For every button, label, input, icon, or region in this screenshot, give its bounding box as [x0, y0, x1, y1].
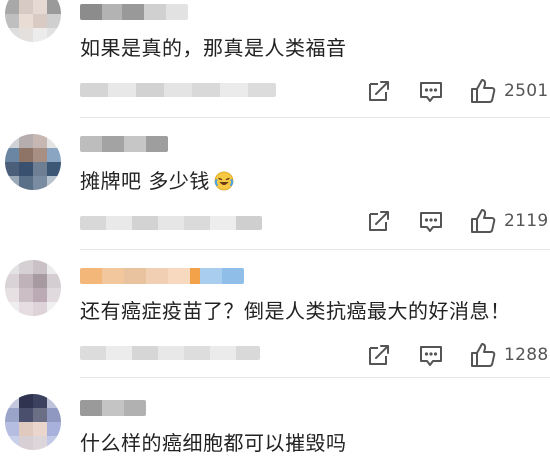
share-icon	[369, 345, 389, 365]
comment-text: 摊牌吧 多少钱	[80, 168, 234, 194]
laughing-crying-emoji	[214, 171, 234, 191]
comment-text-content: 如果是真的，那真是人类福音	[80, 36, 347, 60]
thumbs-up-icon	[471, 79, 496, 103]
comment-text: 什么样的癌细胞都可以摧毁吗	[80, 430, 347, 456]
comment-meta-pixelated	[80, 346, 260, 360]
comment-icon	[420, 82, 442, 102]
comment-actions: 2501	[360, 76, 550, 106]
comment-actions: 2119	[360, 206, 550, 236]
username-pixelated[interactable]	[80, 136, 168, 152]
username-pixelated[interactable]	[80, 268, 244, 284]
like-count: 2501	[504, 81, 549, 101]
share-button[interactable]	[364, 340, 394, 370]
like-count: 1288	[504, 345, 549, 365]
comment-text-content: 摊牌吧 多少钱	[80, 169, 210, 193]
comment-button[interactable]	[416, 206, 446, 236]
username-pixelated[interactable]	[80, 400, 146, 416]
comment-meta-pixelated	[80, 83, 276, 97]
comment-item: 如果是真的，那真是人类福音 2501	[0, 0, 550, 118]
like-count: 2119	[504, 211, 549, 231]
like-button[interactable]	[468, 206, 498, 236]
comment-actions: 1288	[360, 340, 550, 370]
share-icon	[369, 81, 389, 101]
avatar[interactable]	[5, 134, 61, 190]
comment-button[interactable]	[416, 340, 446, 370]
comment-item: 什么样的癌细胞都可以摧毁吗	[0, 378, 550, 472]
comment-item: 摊牌吧 多少钱 2119	[0, 118, 550, 250]
share-button[interactable]	[364, 206, 394, 236]
comment-icon	[420, 346, 442, 366]
username-pixelated[interactable]	[80, 4, 188, 20]
comment-icon	[420, 212, 442, 232]
thumbs-up-icon	[471, 343, 496, 367]
comment-text-content: 还有癌症疫苗了？倒是人类抗癌最大的好消息！	[80, 299, 511, 323]
thumbs-up-icon	[471, 209, 496, 233]
avatar[interactable]	[5, 0, 61, 42]
comment-text: 还有癌症疫苗了？倒是人类抗癌最大的好消息！	[80, 298, 511, 324]
share-button[interactable]	[364, 76, 394, 106]
comment-meta-pixelated	[80, 216, 262, 230]
like-button[interactable]	[468, 340, 498, 370]
share-icon	[369, 211, 389, 231]
avatar[interactable]	[5, 260, 61, 316]
comment-text: 如果是真的，那真是人类福音	[80, 35, 347, 61]
comment-text-content: 什么样的癌细胞都可以摧毁吗	[80, 431, 347, 455]
avatar[interactable]	[5, 394, 61, 450]
comment-item: 还有癌症疫苗了？倒是人类抗癌最大的好消息！ 1288	[0, 250, 550, 378]
like-button[interactable]	[468, 76, 498, 106]
comment-button[interactable]	[416, 76, 446, 106]
